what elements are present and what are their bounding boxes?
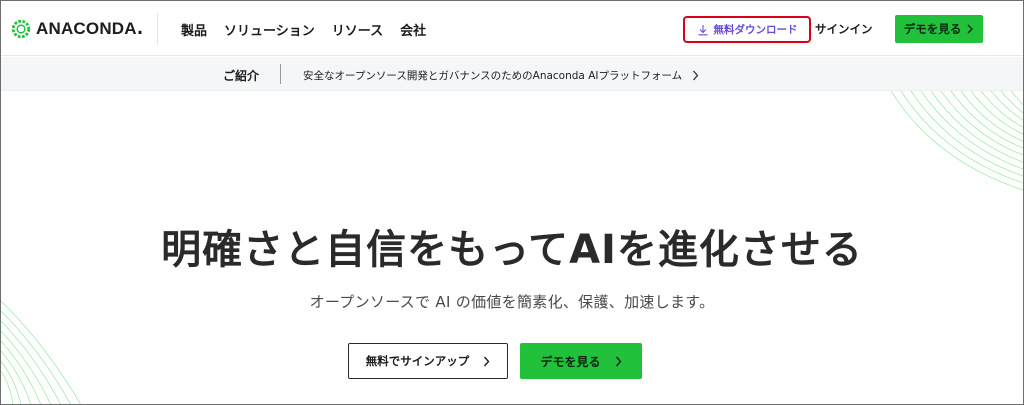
anaconda-logo-icon: [11, 19, 31, 39]
hero-demo-button[interactable]: デモを見る: [520, 343, 642, 379]
anaconda-logo[interactable]: ANACONDA.: [10, 16, 143, 42]
announcement-text: 安全なオープンソース開発とガバナンスのためのAnaconda AIプラットフォー…: [303, 70, 683, 82]
header-divider: [157, 13, 158, 45]
hero-subtitle: オープンソースで AI の価値を簡素化、保護、加速します。: [309, 293, 715, 311]
chevron-right-icon: [615, 356, 621, 366]
brand-dot: .: [136, 19, 144, 39]
hero-title: 明確さと自信をもってAIを進化させる: [161, 227, 863, 273]
nav-item-products[interactable]: 製品: [181, 20, 207, 39]
chevron-right-icon: [693, 70, 699, 81]
chevron-right-icon: [967, 24, 974, 34]
download-icon: [698, 24, 707, 35]
free-download-button[interactable]: 無料ダウンロード: [683, 16, 811, 43]
free-signup-button[interactable]: 無料でサインアップ: [348, 343, 508, 379]
nav-item-solutions[interactable]: ソリューション: [224, 20, 315, 39]
free-signup-label: 無料でサインアップ: [365, 354, 470, 368]
announcement-intro: ご紹介: [223, 69, 260, 83]
hero-demo-label: デモを見る: [540, 354, 601, 369]
header-demo-button[interactable]: デモを見る: [895, 15, 983, 43]
announcement-bar: ご紹介 安全なオープンソース開発とガバナンスのためのAnaconda AIプラッ…: [1, 57, 1023, 91]
page: ANACONDA. 製品 ソリューション リソース 会社 無料ダウンロード サイ…: [0, 0, 1024, 405]
announcement-link[interactable]: 安全なオープンソース開発とガバナンスのためのAnaconda AIプラットフォー…: [303, 68, 699, 83]
signin-link[interactable]: サインイン: [815, 21, 873, 37]
site-header: ANACONDA. 製品 ソリューション リソース 会社 無料ダウンロード サイ…: [1, 1, 1023, 56]
nav-item-resources[interactable]: リソース: [332, 20, 383, 39]
brand-name: ANACONDA: [36, 19, 137, 38]
announcement-divider: [280, 64, 281, 84]
main-nav: 製品 ソリューション リソース 会社: [181, 20, 426, 39]
header-demo-label: デモを見る: [903, 22, 962, 36]
nav-item-company[interactable]: 会社: [400, 20, 426, 39]
decorative-lines-top-right: [890, 91, 1023, 191]
chevron-right-icon: [484, 356, 490, 366]
free-download-label: 無料ダウンロード: [713, 24, 798, 36]
